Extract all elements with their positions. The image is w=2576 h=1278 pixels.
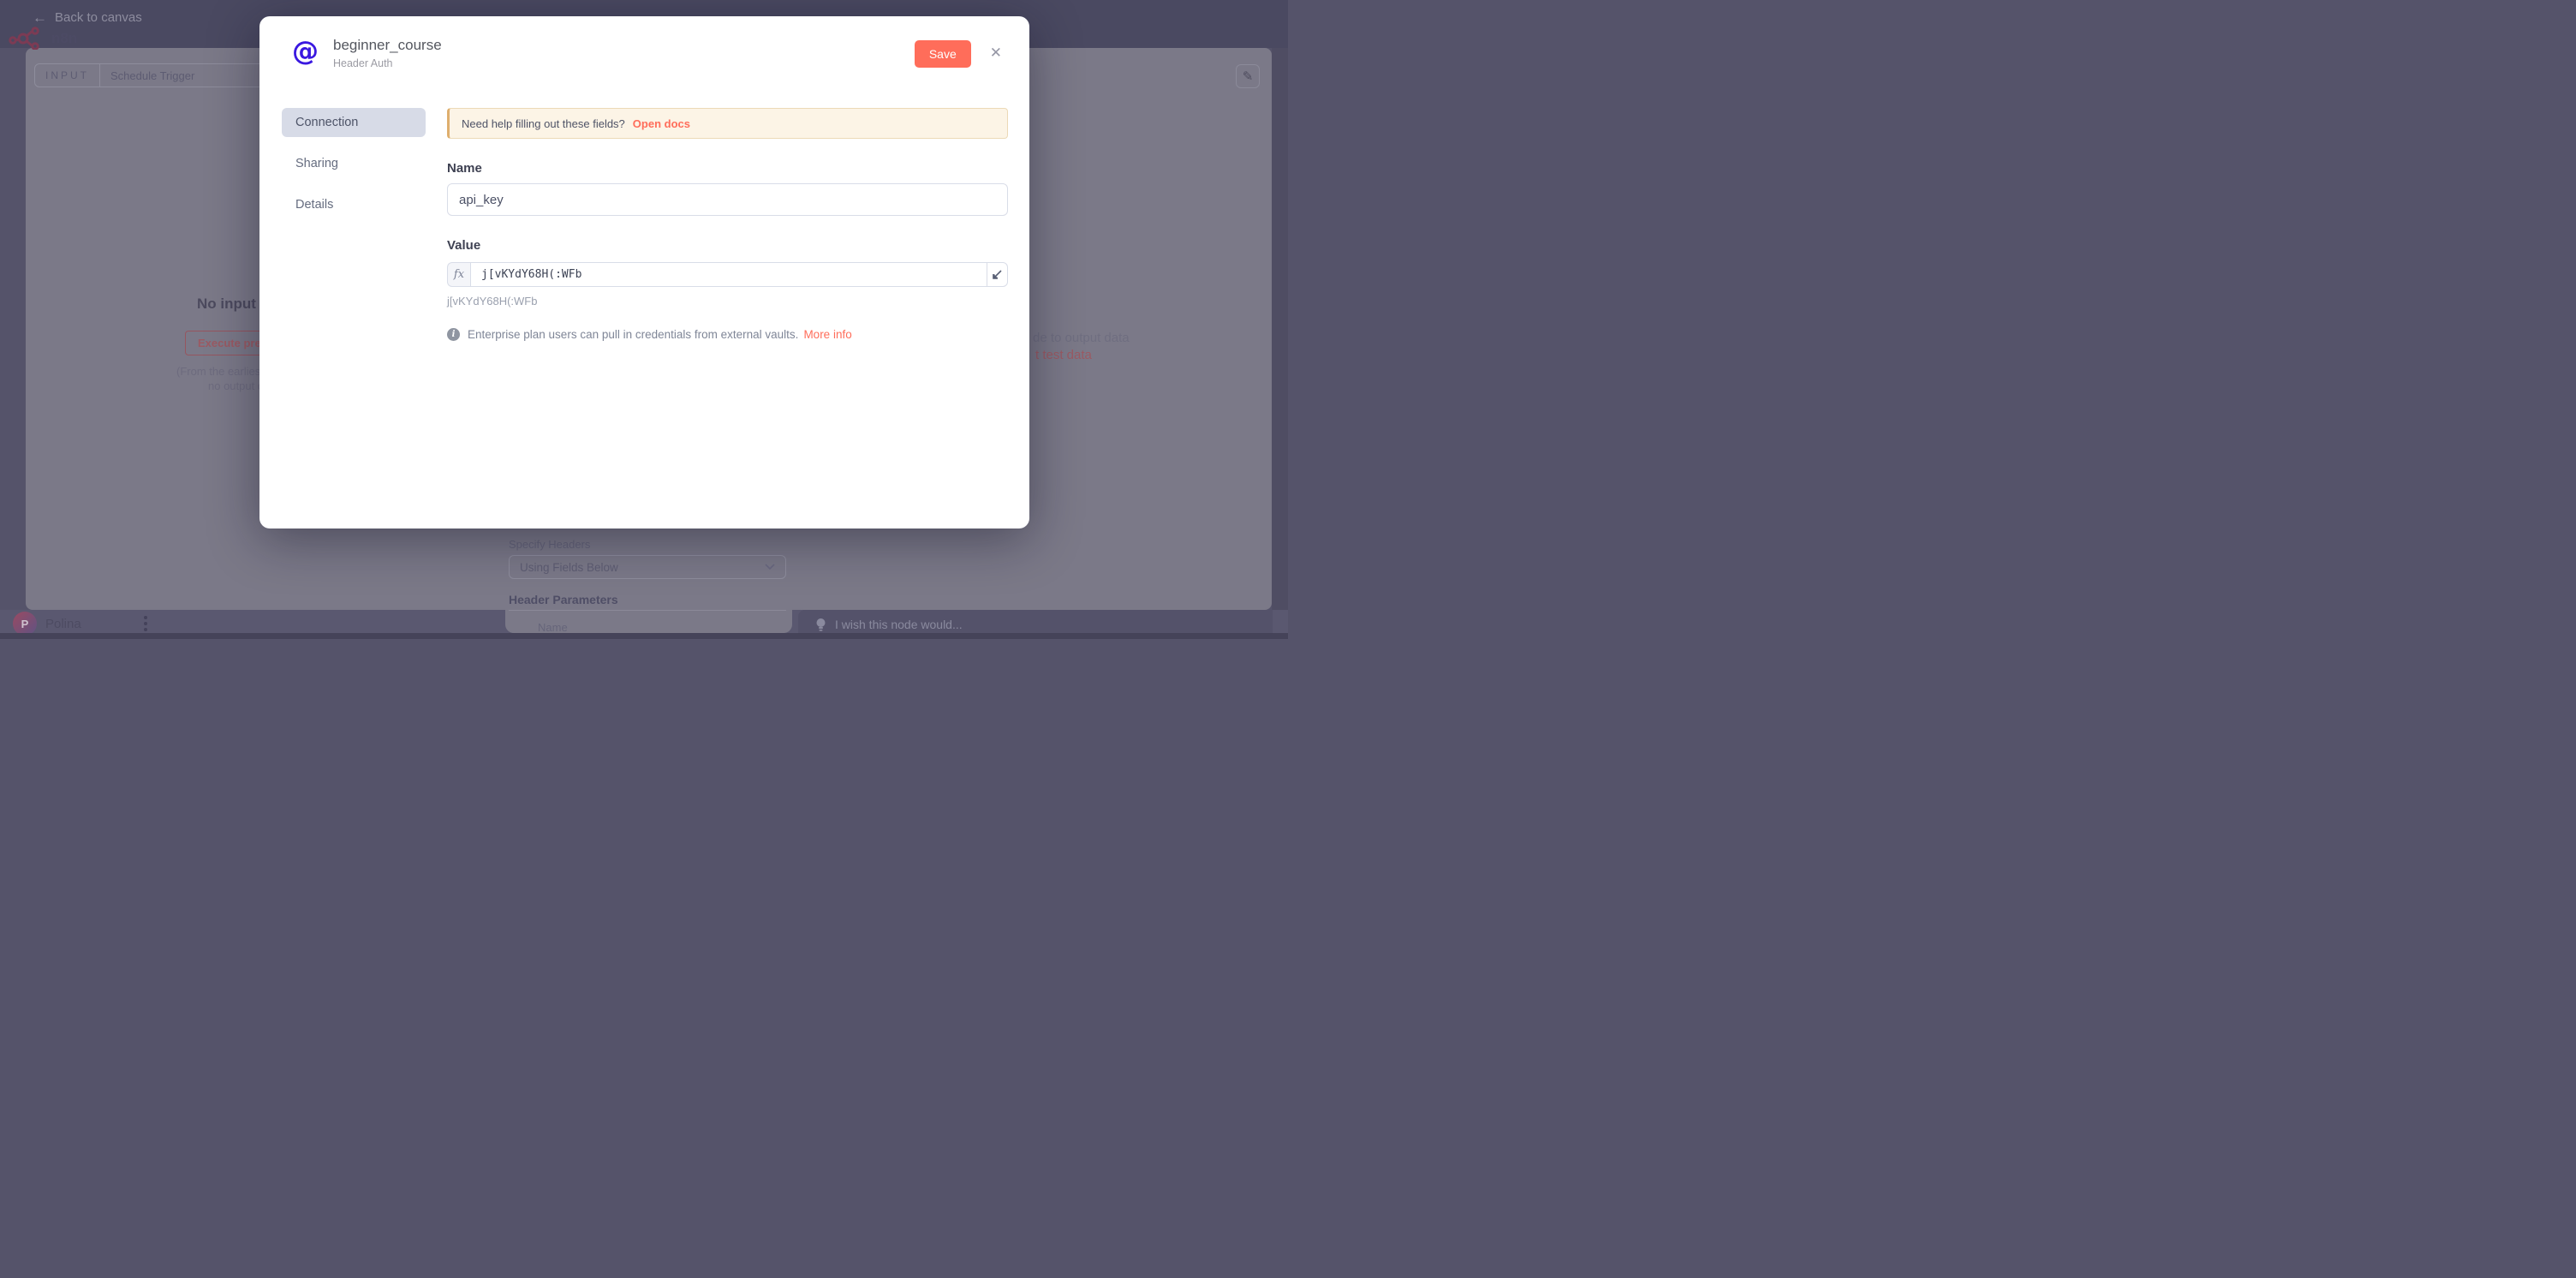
avatar: P [13,612,37,636]
info-icon: i [447,328,460,341]
back-to-canvas-label: Back to canvas [55,10,142,25]
save-button[interactable]: Save [915,40,971,68]
lightbulb-icon [815,618,826,632]
n8n-logo-text: n8n [51,30,77,47]
name-field-label: Name [447,161,1008,176]
user-menu[interactable]: P Polina [13,612,81,636]
input-label: INPUT [35,64,100,87]
open-docs-link[interactable]: Open docs [633,117,690,130]
credential-modal-tabs: Connection Sharing Details [282,108,426,529]
tab-details[interactable]: Details [282,190,426,219]
credential-modal-header: @ beginner_course Header Auth Save ✕ [259,16,1029,92]
tab-connection[interactable]: Connection [282,108,426,137]
enterprise-info-row: i Enterprise plan users can pull in cred… [447,328,1008,341]
user-name: Polina [45,617,81,631]
header-parameters-divider [509,610,786,611]
n8n-logo-icon [9,24,48,50]
specify-headers-label: Specify Headers [509,538,590,551]
output-hint-text: de to output data [1033,331,1130,345]
pencil-icon: ✎ [1243,69,1254,84]
enterprise-info-text: Enterprise plan users can pull in creden… [468,328,798,341]
edit-output-button[interactable]: ✎ [1236,64,1260,88]
value-input-group: fx [447,262,1008,287]
name-input[interactable] [447,183,1008,216]
node-feedback-placeholder: I wish this node would... [835,618,963,631]
tab-sharing[interactable]: Sharing [282,149,426,178]
docs-help-text: Need help filling out these fields? [462,117,625,130]
expand-expression-button[interactable] [987,263,1007,286]
header-parameters-label: Header Parameters [509,593,618,606]
more-info-link[interactable]: More info [803,328,851,341]
expand-arrow-icon [992,269,1003,280]
parameter-name-label: Name [538,621,568,634]
value-field-label: Value [447,238,1008,253]
value-preview-text: j[vKYdY68H(:WFb [447,295,1008,308]
credential-subtitle: Header Auth [333,57,442,69]
bottom-strip [0,633,1288,639]
n8n-logo[interactable]: n8n [9,24,77,50]
canvas-right-strip [1272,48,1288,610]
specify-headers-value: Using Fields Below [520,561,618,574]
expression-fx-icon[interactable]: fx [447,262,470,287]
user-menu-kebab-icon[interactable] [139,613,152,634]
input-select-value: Schedule Trigger [100,69,205,82]
credential-type-icon: @ [292,39,319,65]
docs-help-banner: Need help filling out these fields? Open… [447,108,1008,139]
back-to-canvas-link[interactable]: ← Back to canvas [33,10,142,25]
app-stage: ← Back to canvas n8n INPUT Schedule Trig… [0,0,1288,639]
back-arrow-icon: ← [33,10,47,25]
credential-title[interactable]: beginner_course [333,37,442,54]
credential-modal: @ beginner_course Header Auth Save ✕ Con… [259,16,1029,529]
chevron-down-icon [765,564,775,570]
close-icon[interactable]: ✕ [990,45,1002,62]
specify-headers-select[interactable]: Using Fields Below [509,555,786,579]
value-input[interactable] [471,268,987,281]
set-test-data-link[interactable]: t test data [1035,348,1092,362]
